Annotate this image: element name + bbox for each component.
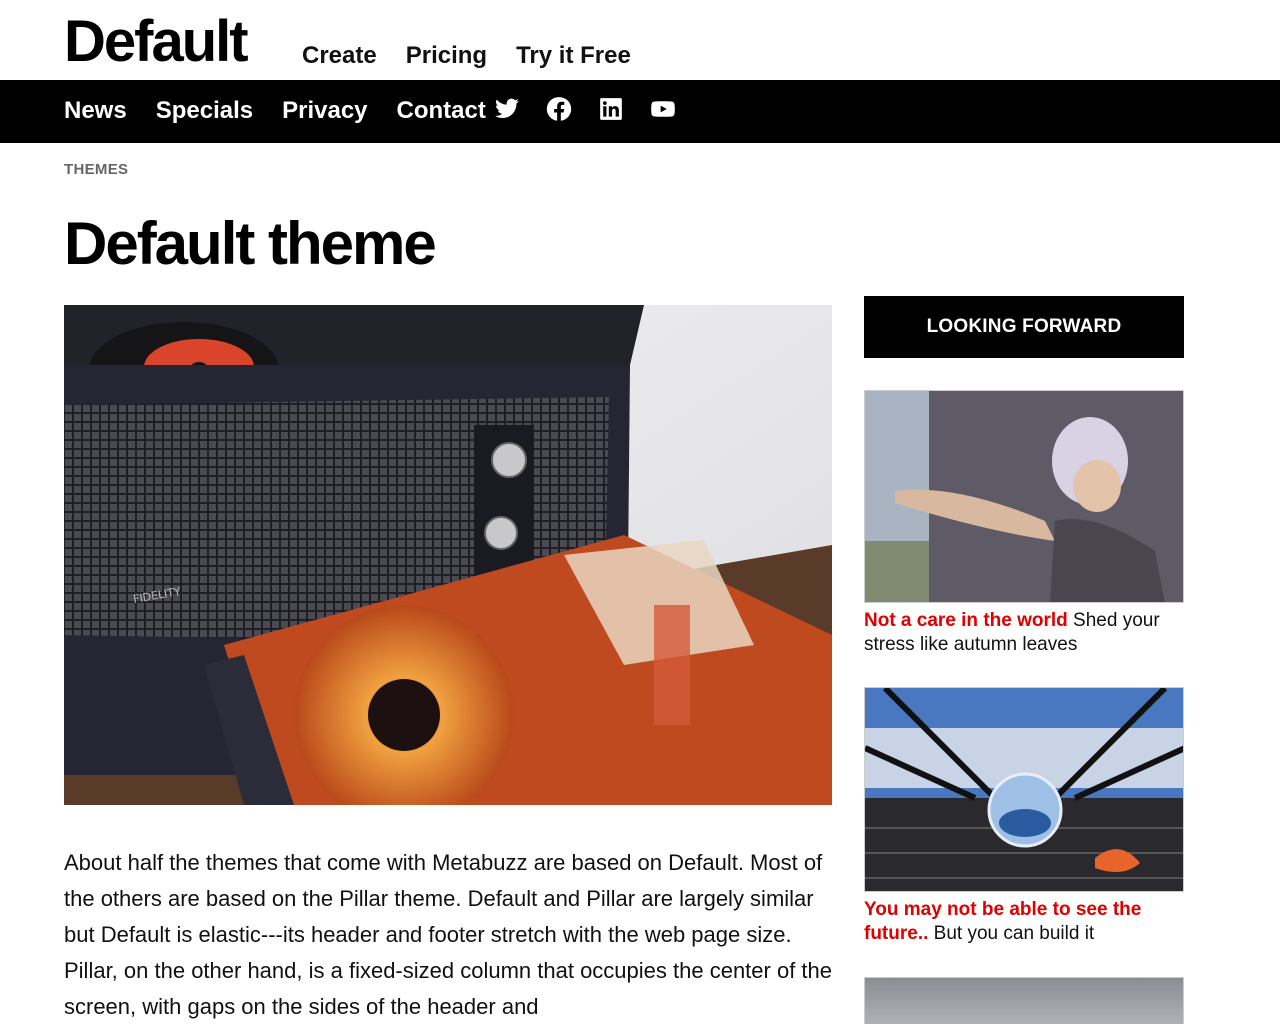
article-body: About half the themes that come with Met…	[64, 850, 833, 1019]
record-player-illustration: FIDELITY	[64, 305, 832, 805]
youtube-icon[interactable]	[650, 96, 676, 122]
hero-image: FIDELITY	[64, 305, 832, 805]
nav-item-news[interactable]: News	[64, 97, 127, 125]
card-thumbnail-crystal-ball[interactable]	[864, 687, 1184, 892]
card-thumbnail-gray[interactable]	[864, 977, 1184, 1024]
card-image	[865, 391, 1183, 602]
top-nav: Create Pricing Try it Free	[302, 42, 631, 70]
top-nav-create[interactable]: Create	[302, 42, 377, 70]
card-caption-highlight[interactable]: Not a care in the world	[864, 610, 1068, 631]
sidebar-card[interactable]	[864, 977, 1184, 1024]
nav-item-specials[interactable]: Specials	[156, 97, 253, 125]
top-nav-try-free[interactable]: Try it Free	[516, 42, 631, 70]
card-caption: Not a care in the world Shed your stress…	[864, 609, 1184, 657]
breadcrumb[interactable]: THEMES	[64, 161, 128, 178]
site-logo[interactable]: Default	[64, 10, 249, 74]
page-title: Default theme	[64, 210, 437, 277]
social-links	[494, 96, 676, 122]
card-caption: You may not be able to see the future.. …	[864, 898, 1184, 946]
site-header: Default Create Pricing Try it Free	[0, 0, 1280, 80]
facebook-icon[interactable]	[546, 96, 572, 122]
nav-item-contact[interactable]: Contact	[397, 97, 486, 125]
twitter-icon[interactable]	[494, 96, 520, 122]
card-thumbnail-tattooed-woman[interactable]	[864, 390, 1184, 603]
sidebar-header: LOOKING FORWARD	[864, 296, 1184, 358]
main-nav: News Specials Privacy Contact	[64, 97, 486, 125]
main-nav-bar: News Specials Privacy Contact	[0, 80, 1280, 143]
card-image	[865, 688, 1183, 891]
sidebar-card[interactable]: Not a care in the world Shed your stress…	[864, 390, 1184, 657]
nav-item-privacy[interactable]: Privacy	[282, 97, 367, 125]
top-nav-pricing[interactable]: Pricing	[406, 42, 487, 70]
sidebar-card[interactable]: You may not be able to see the future.. …	[864, 687, 1184, 946]
linkedin-icon[interactable]	[598, 96, 624, 122]
card-caption-text: But you can build it	[928, 923, 1095, 944]
